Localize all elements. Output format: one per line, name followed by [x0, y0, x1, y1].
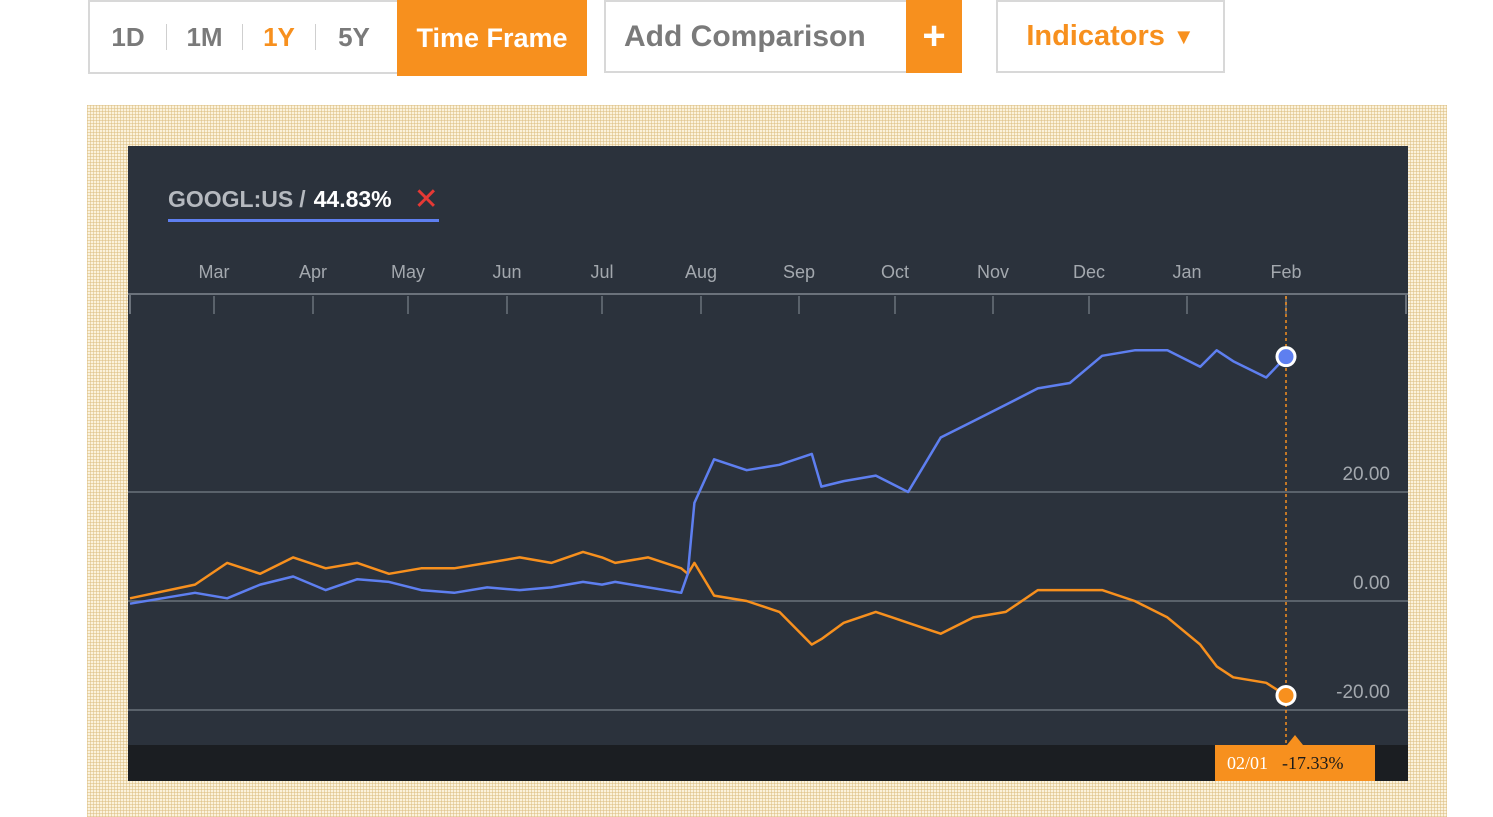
- x-tick-label: Aug: [685, 262, 717, 282]
- x-tick-label: Nov: [977, 262, 1009, 282]
- timeframe-1d-button[interactable]: 1D: [90, 2, 166, 72]
- legend-separator: /: [299, 186, 306, 212]
- googl-endpoint-marker: [1275, 346, 1297, 368]
- x-tick-label: Dec: [1073, 262, 1105, 282]
- tooltip-arrow-icon: [1287, 735, 1303, 745]
- x-tick-label: May: [391, 262, 425, 282]
- x-tick-label: Jul: [590, 262, 613, 282]
- timeframe-1y-button[interactable]: 1Y: [243, 2, 315, 72]
- crosshair-tooltip: 02/01 -17.33%: [1215, 735, 1375, 781]
- chart-area[interactable]: Mar Apr May Jun Jul Aug Sep Oct Nov Dec Jan Feb 20.0…: [128, 146, 1408, 781]
- y-tick-label: 0.00: [1353, 573, 1390, 594]
- add-comparison-input[interactable]: [606, 2, 906, 71]
- time-frame-button[interactable]: Time Frame: [397, 0, 587, 76]
- y-tick-label: -20.00: [1336, 682, 1390, 703]
- timeframe-5y-button[interactable]: 5Y: [316, 2, 392, 72]
- x-tick-label: Oct: [881, 262, 909, 282]
- x-tick-label: Sep: [783, 262, 815, 282]
- tooltip-date: 02/01: [1227, 752, 1269, 773]
- timeframe-selector: 1D 1M 1Y 5Y Time Frame: [88, 0, 587, 76]
- legend-value: 44.83%: [313, 186, 392, 212]
- x-tick-label: Feb: [1270, 262, 1301, 282]
- tooltip-value: -17.33%: [1282, 752, 1344, 773]
- x-tick-label: Mar: [199, 262, 230, 282]
- x-tick-label: Jan: [1172, 262, 1201, 282]
- x-tick-label: Apr: [299, 262, 327, 282]
- add-comparison-button[interactable]: +: [906, 0, 962, 73]
- series-legend: GOOGL:US / 44.83% ✕: [168, 185, 439, 222]
- line-chart[interactable]: Mar Apr May Jun Jul Aug Sep Oct Nov Dec Jan Feb 20.0…: [128, 146, 1408, 781]
- comparison-series-line: [129, 550, 1287, 697]
- timeframe-1m-button[interactable]: 1M: [167, 2, 242, 72]
- legend-ticker: GOOGL:US: [168, 186, 294, 212]
- y-tick-label: 20.00: [1342, 464, 1390, 485]
- x-tick-label: Jun: [492, 262, 521, 282]
- googl-series-line: [129, 349, 1287, 605]
- comparison-endpoint-marker: [1275, 684, 1297, 706]
- caret-down-icon: ▼: [1172, 23, 1195, 49]
- indicators-label: Indicators: [1026, 20, 1165, 52]
- add-comparison-box: +: [604, 0, 962, 73]
- remove-series-icon[interactable]: ✕: [414, 185, 439, 215]
- indicators-dropdown[interactable]: Indicators ▼: [996, 0, 1225, 73]
